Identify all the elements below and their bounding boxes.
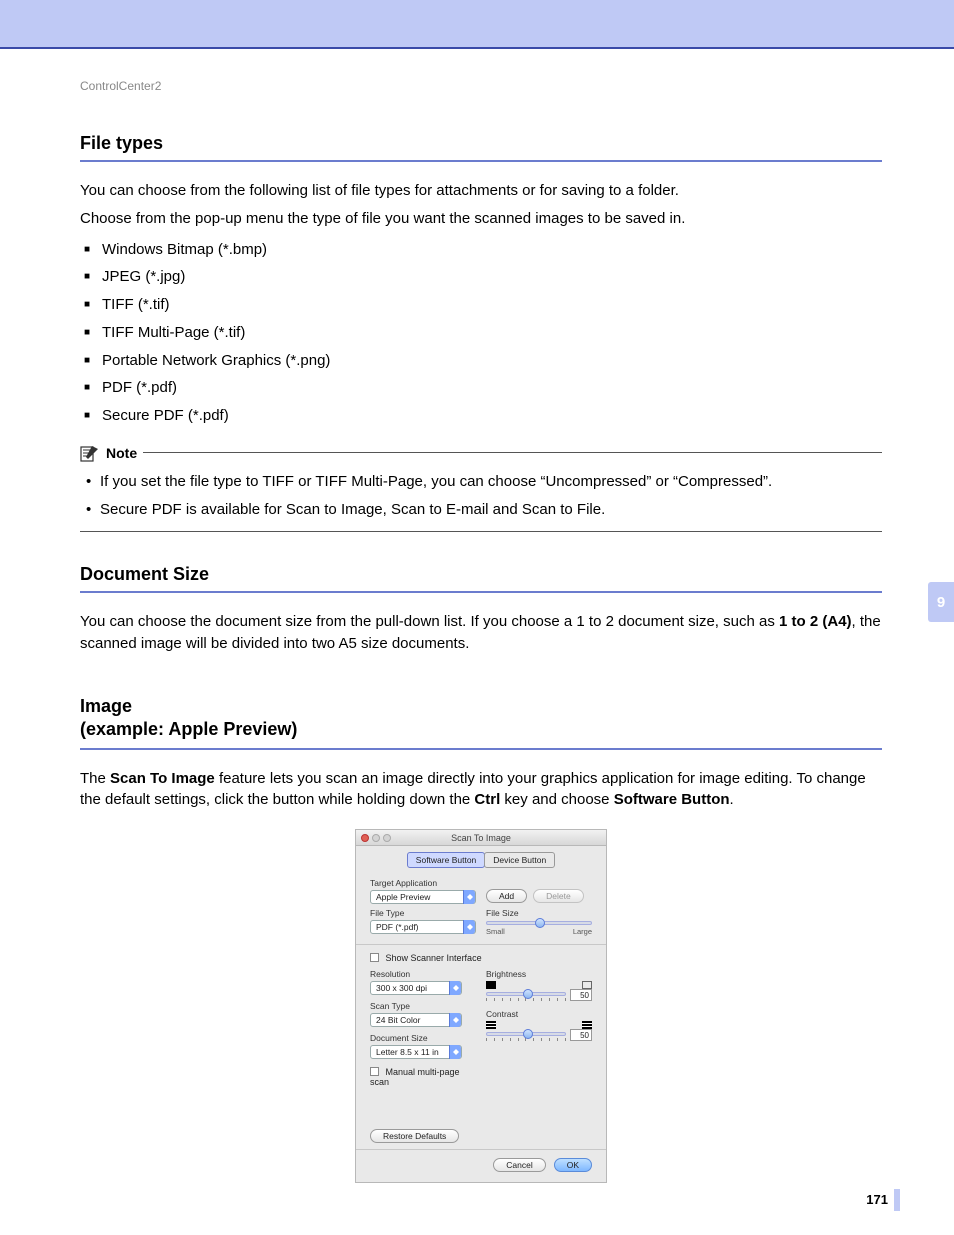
list-item: TIFF (*.tif): [84, 291, 882, 319]
note-icon: [80, 444, 100, 462]
heading-file-types: File types: [80, 133, 882, 154]
document-size-label: Document Size: [370, 1033, 476, 1043]
body-text: Choose from the pop-up menu the type of …: [80, 208, 882, 230]
show-scanner-checkbox[interactable]: [370, 953, 379, 962]
body-text: You can choose the document size from th…: [80, 611, 882, 655]
select-value: Apple Preview: [376, 892, 430, 902]
note-rule: [80, 531, 882, 532]
note-rule: [143, 452, 882, 453]
list-item: JPEG (*.jpg): [84, 263, 882, 291]
document-size-select[interactable]: Letter 8.5 x 11 in: [370, 1045, 462, 1059]
select-value: Letter 8.5 x 11 in: [376, 1047, 439, 1057]
dialog-title: Scan To Image: [356, 833, 606, 843]
text: .: [730, 791, 734, 808]
page-number-bar: [894, 1189, 900, 1211]
file-size-label: File Size: [486, 908, 592, 918]
chapter-tab: 9: [928, 582, 954, 622]
file-type-select[interactable]: PDF (*.pdf): [370, 920, 476, 934]
bold-text: 1 to 2 (A4): [779, 613, 852, 630]
heading-line: Image: [80, 696, 132, 716]
target-application-select[interactable]: Apple Preview: [370, 890, 476, 904]
stepper-icon: [449, 981, 461, 995]
bold-text: Ctrl: [474, 791, 500, 808]
dialog-titlebar: Scan To Image: [356, 830, 606, 846]
stepper-icon: [463, 890, 475, 904]
scan-type-label: Scan Type: [370, 1001, 476, 1011]
rule: [80, 160, 882, 162]
select-value: PDF (*.pdf): [376, 922, 419, 932]
stepper-icon: [463, 920, 475, 934]
restore-defaults-button[interactable]: Restore Defaults: [370, 1129, 459, 1143]
slider-min-label: Small: [486, 927, 505, 936]
scan-type-select[interactable]: 24 Bit Color: [370, 1013, 462, 1027]
target-application-label: Target Application: [370, 878, 476, 888]
file-types-list: Windows Bitmap (*.bmp) JPEG (*.jpg) TIFF…: [80, 236, 882, 430]
text: The: [80, 770, 110, 787]
page-number: 171: [866, 1192, 888, 1207]
scan-to-image-dialog: Scan To Image Software Button Device But…: [355, 829, 607, 1183]
text: You can choose the document size from th…: [80, 613, 779, 630]
note-label: Note: [106, 445, 137, 461]
body-text: You can choose from the following list o…: [80, 180, 882, 202]
contrast-value[interactable]: 50: [570, 1029, 592, 1041]
contrast-label: Contrast: [486, 1009, 592, 1019]
resolution-select[interactable]: 300 x 300 dpi: [370, 981, 462, 995]
list-item: PDF (*.pdf): [84, 374, 882, 402]
resolution-label: Resolution: [370, 969, 476, 979]
contrast-max-icon: [582, 1021, 592, 1029]
select-value: 24 Bit Color: [376, 1015, 420, 1025]
brightness-label: Brightness: [486, 969, 592, 979]
rule: [80, 591, 882, 593]
brightness-min-icon: [486, 981, 496, 989]
body-text: The Scan To Image feature lets you scan …: [80, 768, 882, 812]
add-button[interactable]: Add: [486, 889, 527, 903]
note-item: If you set the file type to TIFF or TIFF…: [86, 468, 882, 496]
stepper-icon: [449, 1045, 461, 1059]
list-item: TIFF Multi-Page (*.tif): [84, 319, 882, 347]
file-size-slider[interactable]: [486, 921, 592, 925]
heading-line: (example: Apple Preview): [80, 719, 297, 739]
tab-software-button[interactable]: Software Button: [407, 852, 485, 868]
text: key and choose: [500, 791, 613, 808]
cancel-button[interactable]: Cancel: [493, 1158, 545, 1172]
heading-image-example: Image (example: Apple Preview): [80, 695, 882, 742]
list-item: Portable Network Graphics (*.png): [84, 347, 882, 375]
manual-multipage-label: Manual multi-page scan: [370, 1067, 460, 1087]
manual-multipage-checkbox[interactable]: [370, 1067, 379, 1076]
running-head: ControlCenter2: [80, 79, 882, 93]
delete-button[interactable]: Delete: [533, 889, 584, 903]
brightness-value[interactable]: 50: [570, 989, 592, 1001]
ok-button[interactable]: OK: [554, 1158, 592, 1172]
header-band: [0, 0, 954, 47]
note-item: Secure PDF is available for Scan to Imag…: [86, 496, 882, 524]
contrast-slider[interactable]: [486, 1032, 566, 1036]
note-block: Note If you set the file type to TIFF or…: [80, 444, 882, 533]
rule: [80, 748, 882, 750]
tab-device-button[interactable]: Device Button: [484, 852, 555, 868]
brightness-max-icon: [582, 981, 592, 989]
list-item: Secure PDF (*.pdf): [84, 402, 882, 430]
bold-text: Software Button: [614, 791, 730, 808]
brightness-slider[interactable]: [486, 992, 566, 996]
select-value: 300 x 300 dpi: [376, 983, 427, 993]
heading-document-size: Document Size: [80, 564, 882, 585]
stepper-icon: [449, 1013, 461, 1027]
contrast-min-icon: [486, 1021, 496, 1029]
show-scanner-label: Show Scanner Interface: [386, 953, 482, 963]
file-type-label: File Type: [370, 908, 476, 918]
slider-max-label: Large: [573, 927, 592, 936]
list-item: Windows Bitmap (*.bmp): [84, 236, 882, 264]
bold-text: Scan To Image: [110, 770, 215, 787]
